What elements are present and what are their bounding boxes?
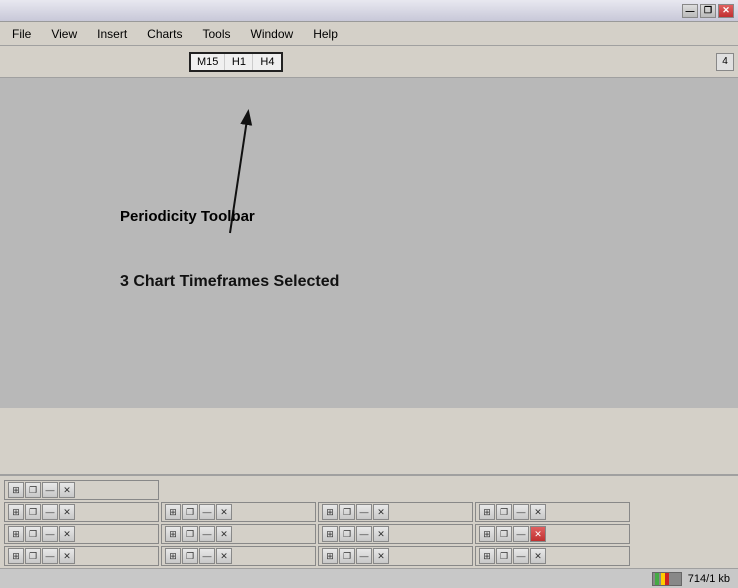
chart-btn-restore-3-1[interactable]: ⊞ bbox=[8, 526, 24, 542]
chart-btn-min-4-3[interactable]: — bbox=[356, 548, 372, 564]
chart-btn-restore-4-2[interactable]: ⊞ bbox=[165, 548, 181, 564]
chart-tab-1-1: ⊞ ❐ — ✕ bbox=[4, 480, 159, 500]
annotation-arrow bbox=[0, 78, 738, 408]
chart-btn-copy-4-2[interactable]: ❐ bbox=[182, 548, 198, 564]
chart-btn-copy-2-1[interactable]: ❐ bbox=[25, 504, 41, 520]
chart-btn-close-4-1[interactable]: ✕ bbox=[59, 548, 75, 564]
chart-tab-3-3: ⊞ ❐ — ✕ bbox=[318, 524, 473, 544]
chart-tabs-area: ⊞ ❐ — ✕ ⊞ ❐ — ✕ ⊞ ❐ — ✕ ⊞ ❐ — bbox=[0, 476, 738, 566]
chart-tab-4-4: ⊞ ❐ — ✕ bbox=[475, 546, 630, 566]
chart-btn-copy-1-1[interactable]: ❐ bbox=[25, 482, 41, 498]
chart-btn-restore-3-3[interactable]: ⊞ bbox=[322, 526, 338, 542]
chart-btn-min-1-1[interactable]: — bbox=[42, 482, 58, 498]
chart-btn-copy-3-1[interactable]: ❐ bbox=[25, 526, 41, 542]
menu-file[interactable]: File bbox=[4, 25, 39, 43]
chart-btn-restore-2-1[interactable]: ⊞ bbox=[8, 504, 24, 520]
chart-tab-4-2: ⊞ ❐ — ✕ bbox=[161, 546, 316, 566]
restore-button[interactable]: ❐ bbox=[700, 4, 716, 18]
chart-tab-2-3: ⊞ ❐ — ✕ bbox=[318, 502, 473, 522]
chart-btn-min-3-3[interactable]: — bbox=[356, 526, 372, 542]
status-bar: 714/1 kb bbox=[0, 568, 738, 588]
chart-btn-restore-2-2[interactable]: ⊞ bbox=[165, 504, 181, 520]
annotation-label: Periodicity Toolbar bbox=[120, 208, 255, 225]
chart-btn-restore-3-2[interactable]: ⊞ bbox=[165, 526, 181, 542]
chart-btn-restore-4-4[interactable]: ⊞ bbox=[479, 548, 495, 564]
minimize-button[interactable]: — bbox=[682, 4, 698, 18]
chart-tab-3-1: ⊞ ❐ — ✕ bbox=[4, 524, 159, 544]
chart-btn-close-4-4[interactable]: ✕ bbox=[530, 548, 546, 564]
chart-btn-close-2-2[interactable]: ✕ bbox=[216, 504, 232, 520]
menu-view[interactable]: View bbox=[43, 25, 85, 43]
title-bar-buttons: — ❐ ✕ bbox=[682, 4, 734, 18]
menu-bar: File View Insert Charts Tools Window Hel… bbox=[0, 22, 738, 46]
chart-btn-copy-2-2[interactable]: ❐ bbox=[182, 504, 198, 520]
status-size-label: 714/1 kb bbox=[688, 573, 730, 585]
chart-btn-close-3-2[interactable]: ✕ bbox=[216, 526, 232, 542]
close-button[interactable]: ✕ bbox=[718, 4, 734, 18]
chart-row-2: ⊞ ❐ — ✕ ⊞ ❐ — ✕ ⊞ ❐ — ✕ ⊞ ❐ — ✕ bbox=[4, 502, 734, 522]
chart-btn-min-2-1[interactable]: — bbox=[42, 504, 58, 520]
chart-btn-close-3-1[interactable]: ✕ bbox=[59, 526, 75, 542]
chart-btn-close-3-3[interactable]: ✕ bbox=[373, 526, 389, 542]
chart-btn-copy-3-4[interactable]: ❐ bbox=[496, 526, 512, 542]
chart-btn-min-4-2[interactable]: — bbox=[199, 548, 215, 564]
menu-charts[interactable]: Charts bbox=[139, 25, 190, 43]
chart-btn-close-3-4[interactable]: ✕ bbox=[530, 526, 546, 542]
chart-btn-copy-4-1[interactable]: ❐ bbox=[25, 548, 41, 564]
chart-btn-restore-2-3[interactable]: ⊞ bbox=[322, 504, 338, 520]
bottom-panel: ⊞ ❐ — ✕ ⊞ ❐ — ✕ ⊞ ❐ — ✕ ⊞ ❐ — bbox=[0, 474, 738, 588]
timeframes-label: 3 Chart Timeframes Selected bbox=[120, 273, 339, 291]
menu-tools[interactable]: Tools bbox=[195, 25, 239, 43]
main-content: Periodicity Toolbar 3 Chart Timeframes S… bbox=[0, 78, 738, 408]
menu-help[interactable]: Help bbox=[305, 25, 346, 43]
chart-tab-2-1: ⊞ ❐ — ✕ bbox=[4, 502, 159, 522]
chart-btn-min-3-1[interactable]: — bbox=[42, 526, 58, 542]
chart-btn-close-4-2[interactable]: ✕ bbox=[216, 548, 232, 564]
chart-tab-3-4: ⊞ ❐ — ✕ bbox=[475, 524, 630, 544]
chart-row-3: ⊞ ❐ — ✕ ⊞ ❐ — ✕ ⊞ ❐ — ✕ ⊞ ❐ — ✕ bbox=[4, 524, 734, 544]
menu-insert[interactable]: Insert bbox=[89, 25, 135, 43]
chart-btn-close-2-1[interactable]: ✕ bbox=[59, 504, 75, 520]
chart-tab-4-1: ⊞ ❐ — ✕ bbox=[4, 546, 159, 566]
chart-btn-restore-1-1[interactable]: ⊞ bbox=[8, 482, 24, 498]
chart-btn-copy-2-4[interactable]: ❐ bbox=[496, 504, 512, 520]
chart-btn-close-4-3[interactable]: ✕ bbox=[373, 548, 389, 564]
chart-btn-close-1-1[interactable]: ✕ bbox=[59, 482, 75, 498]
chart-btn-copy-3-3[interactable]: ❐ bbox=[339, 526, 355, 542]
toolbar-expand-button[interactable]: 4 bbox=[716, 53, 734, 71]
menu-window[interactable]: Window bbox=[243, 25, 302, 43]
chart-row-4: ⊞ ❐ — ✕ ⊞ ❐ — ✕ ⊞ ❐ — ✕ ⊞ ❐ — ✕ bbox=[4, 546, 734, 566]
chart-btn-min-2-4[interactable]: — bbox=[513, 504, 529, 520]
chart-btn-copy-4-3[interactable]: ❐ bbox=[339, 548, 355, 564]
chart-tab-2-2: ⊞ ❐ — ✕ bbox=[161, 502, 316, 522]
chart-row-1: ⊞ ❐ — ✕ bbox=[4, 480, 734, 500]
period-m15-button[interactable]: M15 bbox=[191, 54, 225, 70]
title-bar: — ❐ ✕ bbox=[0, 0, 738, 22]
chart-tab-3-2: ⊞ ❐ — ✕ bbox=[161, 524, 316, 544]
chart-btn-min-4-1[interactable]: — bbox=[42, 548, 58, 564]
chart-btn-min-3-4[interactable]: — bbox=[513, 526, 529, 542]
chart-btn-min-3-2[interactable]: — bbox=[199, 526, 215, 542]
chart-btn-copy-2-3[interactable]: ❐ bbox=[339, 504, 355, 520]
chart-btn-min-2-3[interactable]: — bbox=[356, 504, 372, 520]
status-icon bbox=[652, 572, 682, 586]
chart-btn-min-4-4[interactable]: — bbox=[513, 548, 529, 564]
periodicity-toolbar: M15 H1 H4 bbox=[189, 52, 283, 72]
chart-btn-close-2-4[interactable]: ✕ bbox=[530, 504, 546, 520]
chart-btn-restore-2-4[interactable]: ⊞ bbox=[479, 504, 495, 520]
chart-btn-restore-4-1[interactable]: ⊞ bbox=[8, 548, 24, 564]
chart-btn-min-2-2[interactable]: — bbox=[199, 504, 215, 520]
chart-tab-2-4: ⊞ ❐ — ✕ bbox=[475, 502, 630, 522]
toolbar-area: M15 H1 H4 4 bbox=[0, 46, 738, 78]
period-h4-button[interactable]: H4 bbox=[253, 54, 281, 70]
chart-btn-restore-3-4[interactable]: ⊞ bbox=[479, 526, 495, 542]
chart-btn-copy-3-2[interactable]: ❐ bbox=[182, 526, 198, 542]
chart-btn-copy-4-4[interactable]: ❐ bbox=[496, 548, 512, 564]
chart-tab-4-3: ⊞ ❐ — ✕ bbox=[318, 546, 473, 566]
chart-btn-close-2-3[interactable]: ✕ bbox=[373, 504, 389, 520]
chart-btn-restore-4-3[interactable]: ⊞ bbox=[322, 548, 338, 564]
period-h1-button[interactable]: H1 bbox=[225, 54, 253, 70]
